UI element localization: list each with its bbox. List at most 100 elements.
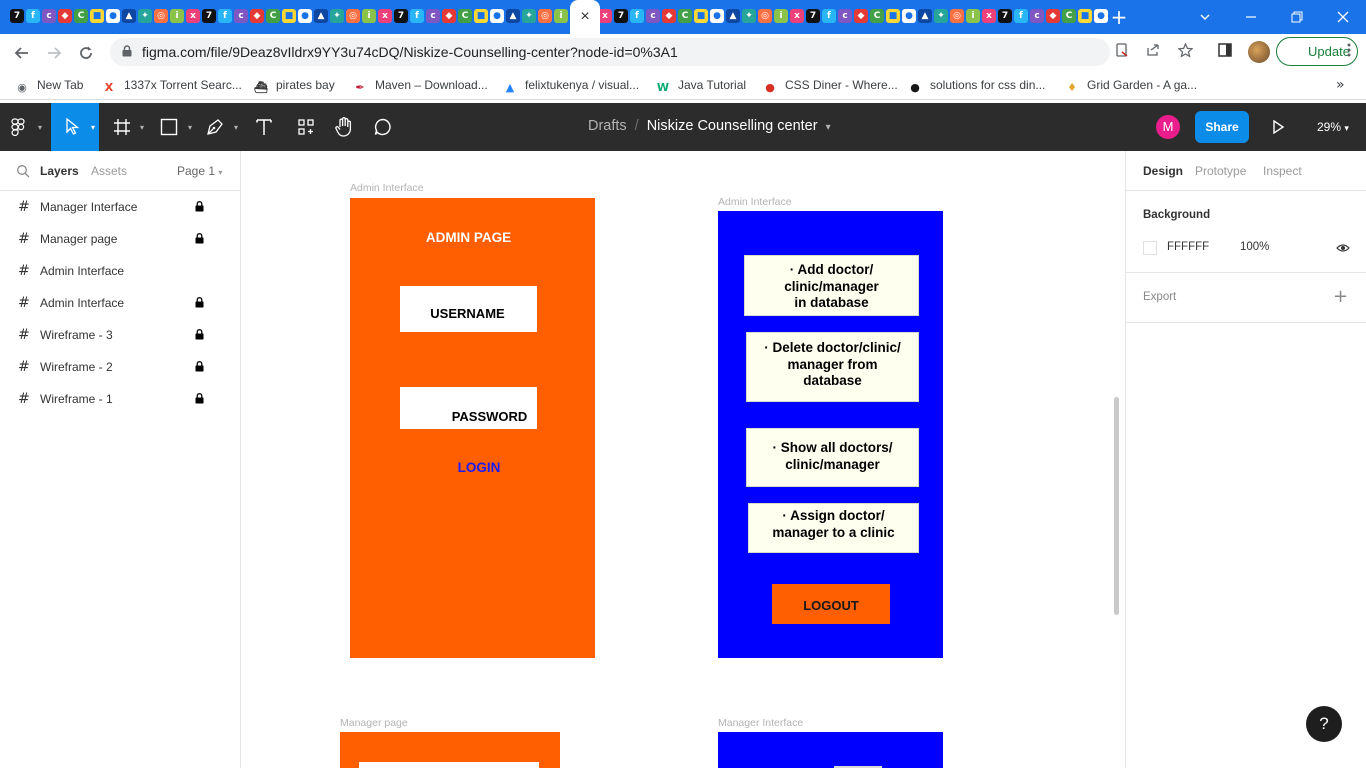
layer-row[interactable]: # Wireframe - 1 — [0, 383, 240, 415]
close-tab-icon[interactable]: × — [580, 8, 589, 25]
lock-icon[interactable] — [195, 201, 204, 212]
tab-favicon-icon[interactable]: ◆ — [250, 9, 264, 23]
frame-manager-page[interactable] — [340, 732, 560, 768]
bookmark-item[interactable]: X 1337x Torrent Searc... — [102, 76, 242, 94]
lock-icon[interactable] — [195, 233, 204, 244]
tab-favicon-icon[interactable]: 7 — [202, 9, 216, 23]
tab-favicon-icon[interactable]: ▲ — [122, 9, 136, 23]
bookmark-item[interactable]: ◉ New Tab — [15, 76, 83, 94]
tab-favicon-icon[interactable]: ◆ — [1046, 9, 1060, 23]
tab-favicon-icon[interactable]: ● — [710, 9, 724, 23]
logout-button[interactable]: LOGOUT — [772, 584, 890, 624]
pen-tool[interactable]: ▾ — [198, 103, 242, 151]
canvas-scrollbar[interactable] — [1114, 397, 1119, 615]
tab-favicon-icon[interactable]: f — [1014, 9, 1028, 23]
layer-row[interactable]: # Admin Interface — [0, 255, 240, 287]
tab-favicon-icon[interactable]: ■ — [694, 9, 708, 23]
browser-profile-avatar[interactable] — [1248, 41, 1270, 63]
tab-favicon-icon[interactable]: c — [426, 9, 440, 23]
page-selector[interactable]: Page 1 ▾ — [177, 164, 222, 178]
tab-favicon-icon[interactable]: c — [646, 9, 660, 23]
tab-favicon-icon[interactable]: f — [630, 9, 644, 23]
tab-prototype[interactable]: Prototype — [1195, 164, 1246, 178]
tab-favicon-icon[interactable]: ● — [106, 9, 120, 23]
tab-favicon-icon[interactable]: i — [774, 9, 788, 23]
background-color-swatch[interactable] — [1143, 241, 1157, 255]
tab-favicon-icon[interactable]: 7 — [806, 9, 820, 23]
tab-favicon-icon[interactable]: C — [458, 9, 472, 23]
tab-favicon-icon[interactable]: ✦ — [330, 9, 344, 23]
tab-favicon-icon[interactable]: ◆ — [442, 9, 456, 23]
tab-favicon-icon[interactable]: i — [362, 9, 376, 23]
layer-row[interactable]: # Wireframe - 3 — [0, 319, 240, 351]
frame-tool[interactable]: ▾ — [104, 103, 148, 151]
tab-favicon-icon[interactable]: ■ — [1078, 9, 1092, 23]
layer-row[interactable]: # Manager Interface — [0, 191, 240, 223]
restore-button[interactable] — [1286, 0, 1308, 34]
tab-favicon-icon[interactable]: ▲ — [506, 9, 520, 23]
layer-row[interactable]: # Admin Interface — [0, 287, 240, 319]
resources-tool[interactable] — [285, 103, 325, 151]
tab-favicon-icon[interactable]: ◆ — [58, 9, 72, 23]
tab-favicon-icon[interactable]: i — [554, 9, 568, 23]
frame-label-admin-menu[interactable]: Admin Interface — [718, 196, 792, 208]
tab-favicon-icon[interactable]: f — [218, 9, 232, 23]
side-panel-icon[interactable] — [1216, 43, 1234, 61]
new-tab-button[interactable]: + — [1106, 0, 1132, 34]
move-tool[interactable]: ▾ — [51, 103, 99, 151]
tab-favicon-icon[interactable]: c — [234, 9, 248, 23]
show-all-option[interactable]: · Show all doctors/ clinic/manager — [746, 428, 919, 487]
help-button[interactable]: ? — [1306, 706, 1342, 742]
layer-row[interactable]: # Manager page — [0, 223, 240, 255]
tab-favicon-icon[interactable]: x — [982, 9, 996, 23]
tab-favicon-icon[interactable]: f — [410, 9, 424, 23]
bookmark-item[interactable]: ✒ Maven – Download... — [353, 76, 487, 94]
password-field[interactable]: PASSWORD — [400, 387, 537, 429]
share-button[interactable]: Share — [1195, 111, 1249, 143]
tab-favicon-icon[interactable]: x — [790, 9, 804, 23]
bookmark-star-icon[interactable] — [1176, 42, 1194, 61]
shape-tool[interactable]: ▾ — [152, 103, 196, 151]
tab-favicon-icon[interactable]: c — [42, 9, 56, 23]
kebab-menu-icon[interactable] — [1340, 43, 1358, 61]
tab-favicon-icon[interactable]: C — [870, 9, 884, 23]
bookmark-item[interactable]: ● solutions for css din... — [908, 76, 1045, 94]
tab-favicon-icon[interactable]: ◆ — [662, 9, 676, 23]
tab-favicon-icon[interactable]: c — [1030, 9, 1044, 23]
tab-favicon-icon[interactable]: C — [1062, 9, 1076, 23]
tab-favicon-icon[interactable]: ▲ — [918, 9, 932, 23]
tab-favicon-icon[interactable]: ◎ — [154, 9, 168, 23]
tab-favicon-icon[interactable]: i — [966, 9, 980, 23]
hand-tool[interactable] — [323, 103, 363, 151]
tab-inspect[interactable]: Inspect — [1263, 164, 1302, 178]
file-name[interactable]: Niskize Counselling center — [647, 118, 818, 134]
tab-favicon-icon[interactable]: ✦ — [522, 9, 536, 23]
tab-favicon-icon[interactable]: f — [822, 9, 836, 23]
tab-layers[interactable]: Layers — [40, 164, 79, 178]
figma-main-menu[interactable]: ▾ — [0, 103, 46, 151]
tab-favicon-icon[interactable]: x — [378, 9, 392, 23]
tab-favicon-icon[interactable]: x — [186, 9, 200, 23]
tab-design[interactable]: Design — [1143, 164, 1183, 178]
tab-favicon-icon[interactable]: ◎ — [538, 9, 552, 23]
chevron-down-icon[interactable]: ▾ — [826, 122, 831, 133]
tab-favicon-icon[interactable]: C — [266, 9, 280, 23]
active-tab[interactable]: × — [570, 0, 600, 34]
lock-icon[interactable] — [195, 297, 204, 308]
bookmark-item[interactable]: ● CSS Diner - Where... — [763, 76, 898, 94]
minimize-button[interactable] — [1240, 0, 1262, 34]
tab-favicon-icon[interactable]: ■ — [474, 9, 488, 23]
delete-record-option[interactable]: · Delete doctor/clinic/ manager from dat… — [746, 332, 919, 402]
reload-button[interactable] — [73, 40, 99, 66]
tab-favicon-icon[interactable]: ▲ — [726, 9, 740, 23]
tab-favicon-icon[interactable]: ▲ — [314, 9, 328, 23]
tab-favicon-icon[interactable]: 7 — [614, 9, 628, 23]
lock-icon[interactable] — [195, 393, 204, 404]
tab-favicon-icon[interactable]: ◎ — [346, 9, 360, 23]
background-hex-input[interactable]: FFFFFF — [1167, 241, 1209, 253]
bookmark-item[interactable]: ▲ felixtukenya / visual... — [503, 76, 639, 94]
layer-row[interactable]: # Wireframe - 2 — [0, 351, 240, 383]
frame-label-admin-login[interactable]: Admin Interface — [350, 182, 424, 194]
tab-favicon-icon[interactable]: ■ — [282, 9, 296, 23]
tab-favicon-icon[interactable]: ✦ — [934, 9, 948, 23]
